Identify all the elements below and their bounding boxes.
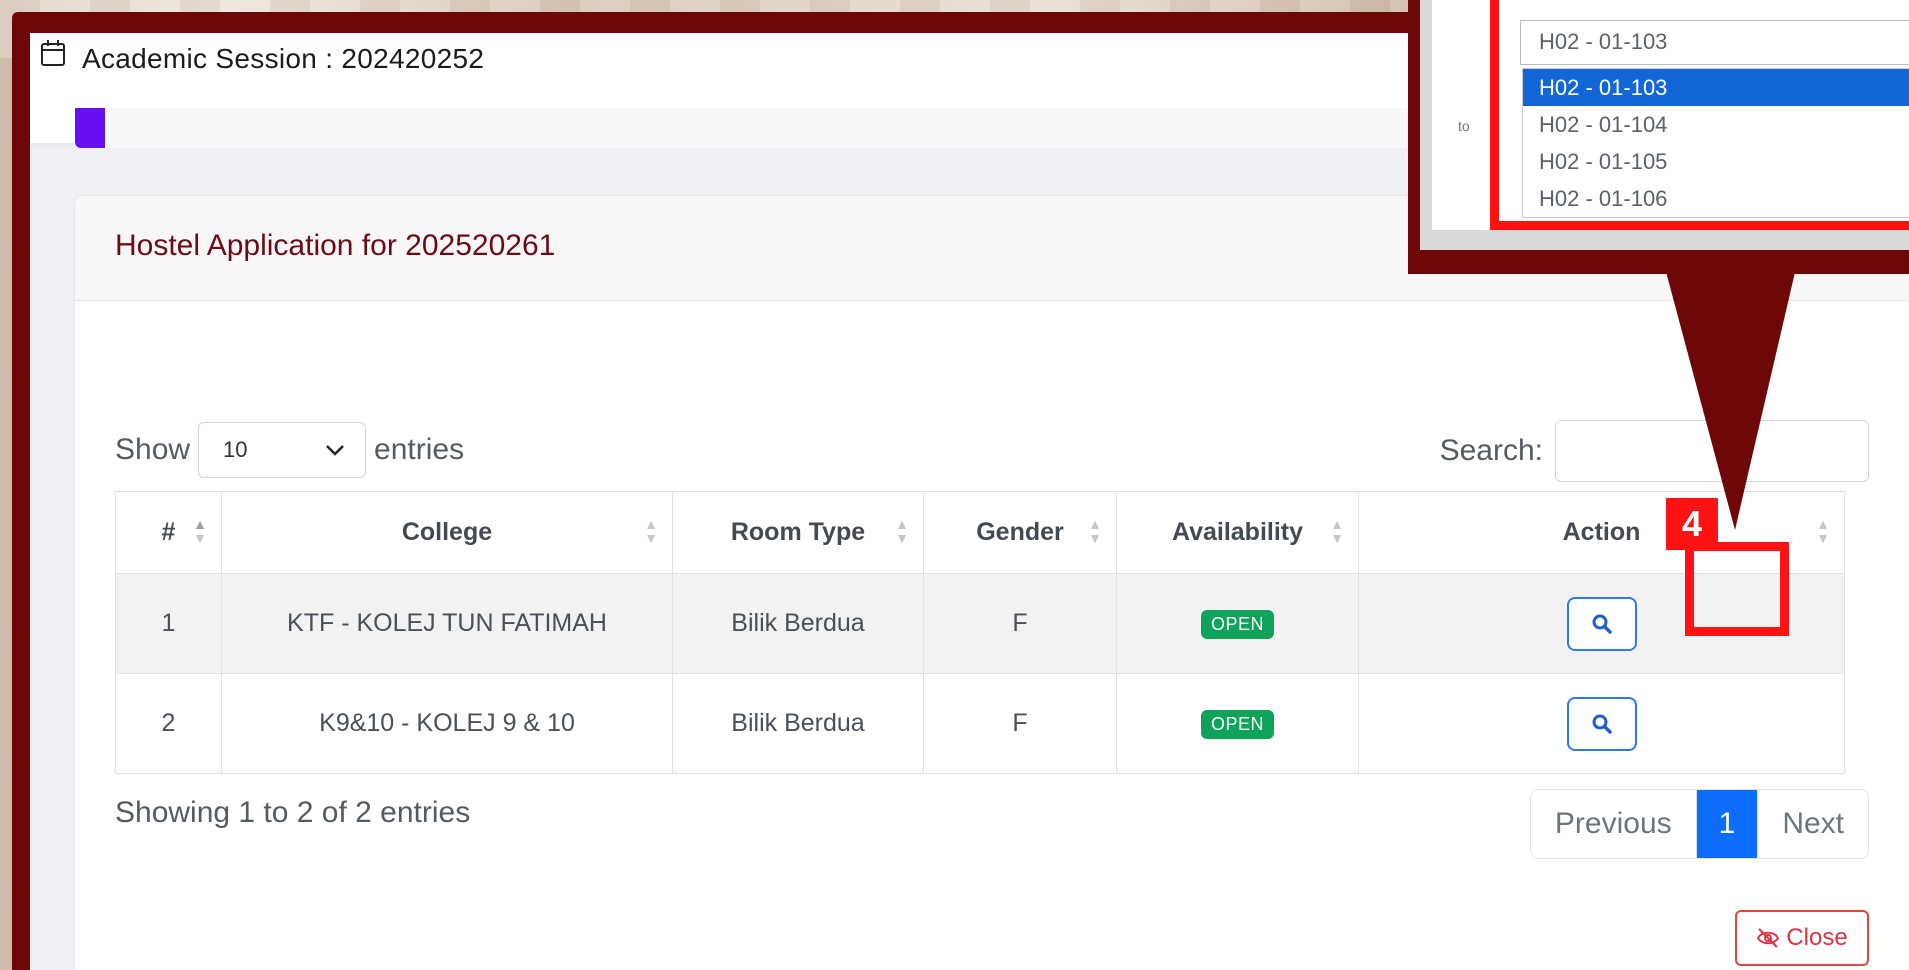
room-option[interactable]: H02 - 01-103: [1523, 69, 1909, 106]
room-option[interactable]: H02 - 01-105: [1523, 143, 1909, 180]
room-dropdown-list: H02 - 01-103 H02 - 01-104 H02 - 01-105 H…: [1522, 68, 1909, 218]
room-option[interactable]: H02 - 01-104: [1523, 106, 1909, 143]
step-number-badge: 4: [1666, 498, 1718, 550]
callout-side-text: to: [1458, 118, 1470, 134]
room-select-field[interactable]: H02 - 01-103: [1520, 20, 1909, 65]
zoom-callout: to H02 - 01-103 H02 - 01-103 H02 - 01-10…: [1408, 0, 1909, 274]
room-option[interactable]: H02 - 01-106: [1523, 180, 1909, 217]
highlight-box: [1685, 542, 1789, 636]
callout-body: to H02 - 01-103 H02 - 01-103 H02 - 01-10…: [1420, 0, 1909, 250]
